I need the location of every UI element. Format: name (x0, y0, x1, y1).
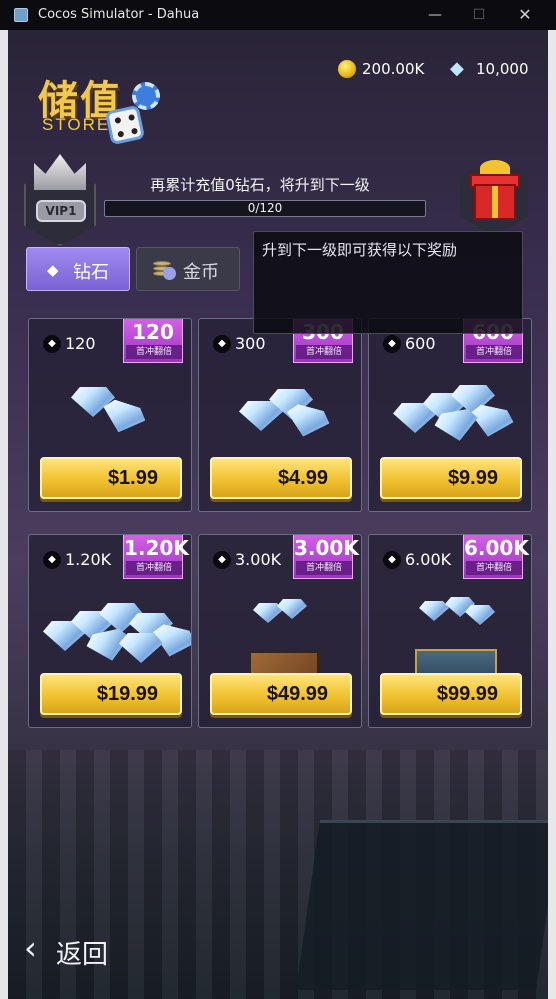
first-purchase-badge: 120 首冲翻倍 (123, 319, 183, 363)
vip-reward-tooltip: 升到下一级即可获得以下奖励 (253, 231, 523, 334)
first-purchase-badge: 3.00K 首冲翻倍 (293, 535, 359, 579)
diamond-tab-icon: ◆ (47, 261, 59, 279)
background-counter (296, 820, 548, 990)
badge-amount: 1.20K (124, 536, 189, 560)
poker-chip-icon (132, 82, 160, 110)
product-card[interactable]: ◆ 3.00K 3.00K 首冲翻倍 $49.99 (198, 534, 362, 728)
gift-box-icon[interactable] (474, 184, 516, 220)
first-purchase-badge: 1.20K 首冲翻倍 (123, 535, 189, 579)
badge-text: 首冲翻倍 (466, 561, 522, 575)
maximize-button[interactable]: ☐ (464, 4, 494, 26)
diamond-small-icon: ◆ (213, 551, 231, 569)
badge-text: 首冲翻倍 (126, 561, 182, 575)
diamond-pile-image (59, 367, 163, 445)
diamond-balance: 10,000 (476, 60, 529, 78)
diamond-small-icon: ◆ (383, 551, 401, 569)
badge-text: 首冲翻倍 (296, 345, 352, 359)
close-button[interactable]: ✕ (510, 4, 540, 26)
badge-text: 首冲翻倍 (126, 345, 182, 359)
badge-text: 首冲翻倍 (296, 561, 352, 575)
product-card[interactable]: ◆ 300 300 首冲翻倍 $4.99 (198, 318, 362, 512)
badge-amount: 120 (132, 320, 174, 344)
first-purchase-badge: 6.00K 首冲翻倍 (463, 535, 529, 579)
buy-button[interactable]: $99.99 (380, 673, 522, 715)
minimize-button[interactable]: — (420, 4, 450, 26)
product-card[interactable]: ◆ 6.00K 6.00K 首冲翻倍 $99.99 (368, 534, 532, 728)
price-label: $99.99 (436, 683, 498, 705)
app-icon (14, 8, 28, 22)
price-label: $1.99 (107, 467, 158, 489)
buy-button[interactable]: $4.99 (210, 457, 352, 499)
buy-button[interactable]: $1.99 (40, 457, 182, 499)
window-title: Cocos Simulator - Dahua (38, 7, 200, 22)
vip-level: VIP1 (36, 200, 86, 222)
diamond-crate-image (229, 583, 333, 695)
product-quantity: 1.20K (65, 550, 112, 569)
back-label: 返回 (56, 940, 109, 970)
diamond-icon: ◆ (450, 58, 464, 79)
diamond-pile-image (43, 583, 163, 661)
store-screen: 储值 STORE 200.00K ◆ 10,000 VIP1 再累计充值0钻石，… (8, 30, 548, 999)
gold-balance: 200.00K (362, 60, 425, 78)
diamond-pile-image (393, 367, 503, 445)
window-titlebar: Cocos Simulator - Dahua — ☐ ✕ (0, 0, 556, 30)
diamond-small-icon: ◆ (43, 551, 61, 569)
vip-progress-bar: 0/120 (104, 200, 426, 217)
product-quantity: 600 (405, 334, 436, 353)
chevron-left-icon: ‹ (24, 929, 37, 967)
diamond-small-icon: ◆ (213, 335, 231, 353)
tab-gold-label: 金币 (183, 262, 219, 283)
price-label: $9.99 (447, 467, 498, 489)
price-label: $19.99 (96, 683, 158, 705)
product-quantity: 6.00K (405, 550, 452, 569)
badge-amount: 6.00K (464, 536, 529, 560)
buy-button[interactable]: $19.99 (40, 673, 182, 715)
badge-text: 首冲翻倍 (466, 345, 522, 359)
diamond-chest-image (399, 583, 503, 695)
dice-icon (104, 104, 146, 146)
desktop-edge-left (0, 30, 8, 999)
tab-gold[interactable]: 金币 (136, 247, 240, 291)
diamond-small-icon: ◆ (383, 335, 401, 353)
product-quantity: 120 (65, 334, 96, 353)
tab-diamonds-label: 钻石 (73, 262, 109, 283)
diamond-small-icon: ◆ (43, 335, 61, 353)
gold-coin-icon (338, 60, 356, 78)
tooltip-text: 升到下一级即可获得以下奖励 (262, 241, 458, 259)
desktop-edge-right (548, 30, 556, 999)
product-card[interactable]: ◆ 600 600 首冲翻倍 $9.99 (368, 318, 532, 512)
upgrade-message: 再累计充值0钻石，将升到下一级 (150, 176, 370, 194)
store-logo-subtitle: STORE (42, 115, 111, 134)
buy-button[interactable]: $49.99 (210, 673, 352, 715)
product-quantity: 300 (235, 334, 266, 353)
product-card[interactable]: ◆ 1.20K 1.20K 首冲翻倍 $19.99 (28, 534, 192, 728)
price-label: $49.99 (266, 683, 328, 705)
badge-amount: 3.00K (294, 536, 359, 560)
tab-diamonds[interactable]: ◆ 钻石 (26, 247, 130, 291)
vip-progress-label: 0/120 (247, 201, 283, 215)
coin-stack-tab-icon (153, 259, 176, 280)
buy-button[interactable]: $9.99 (380, 457, 522, 499)
crown-icon (34, 154, 86, 190)
back-button[interactable]: ‹ 返回 (24, 930, 124, 970)
price-label: $4.99 (277, 467, 328, 489)
diamond-pile-image (229, 367, 333, 445)
product-quantity: 3.00K (235, 550, 282, 569)
product-card[interactable]: ◆ 120 120 首冲翻倍 $1.99 (28, 318, 192, 512)
